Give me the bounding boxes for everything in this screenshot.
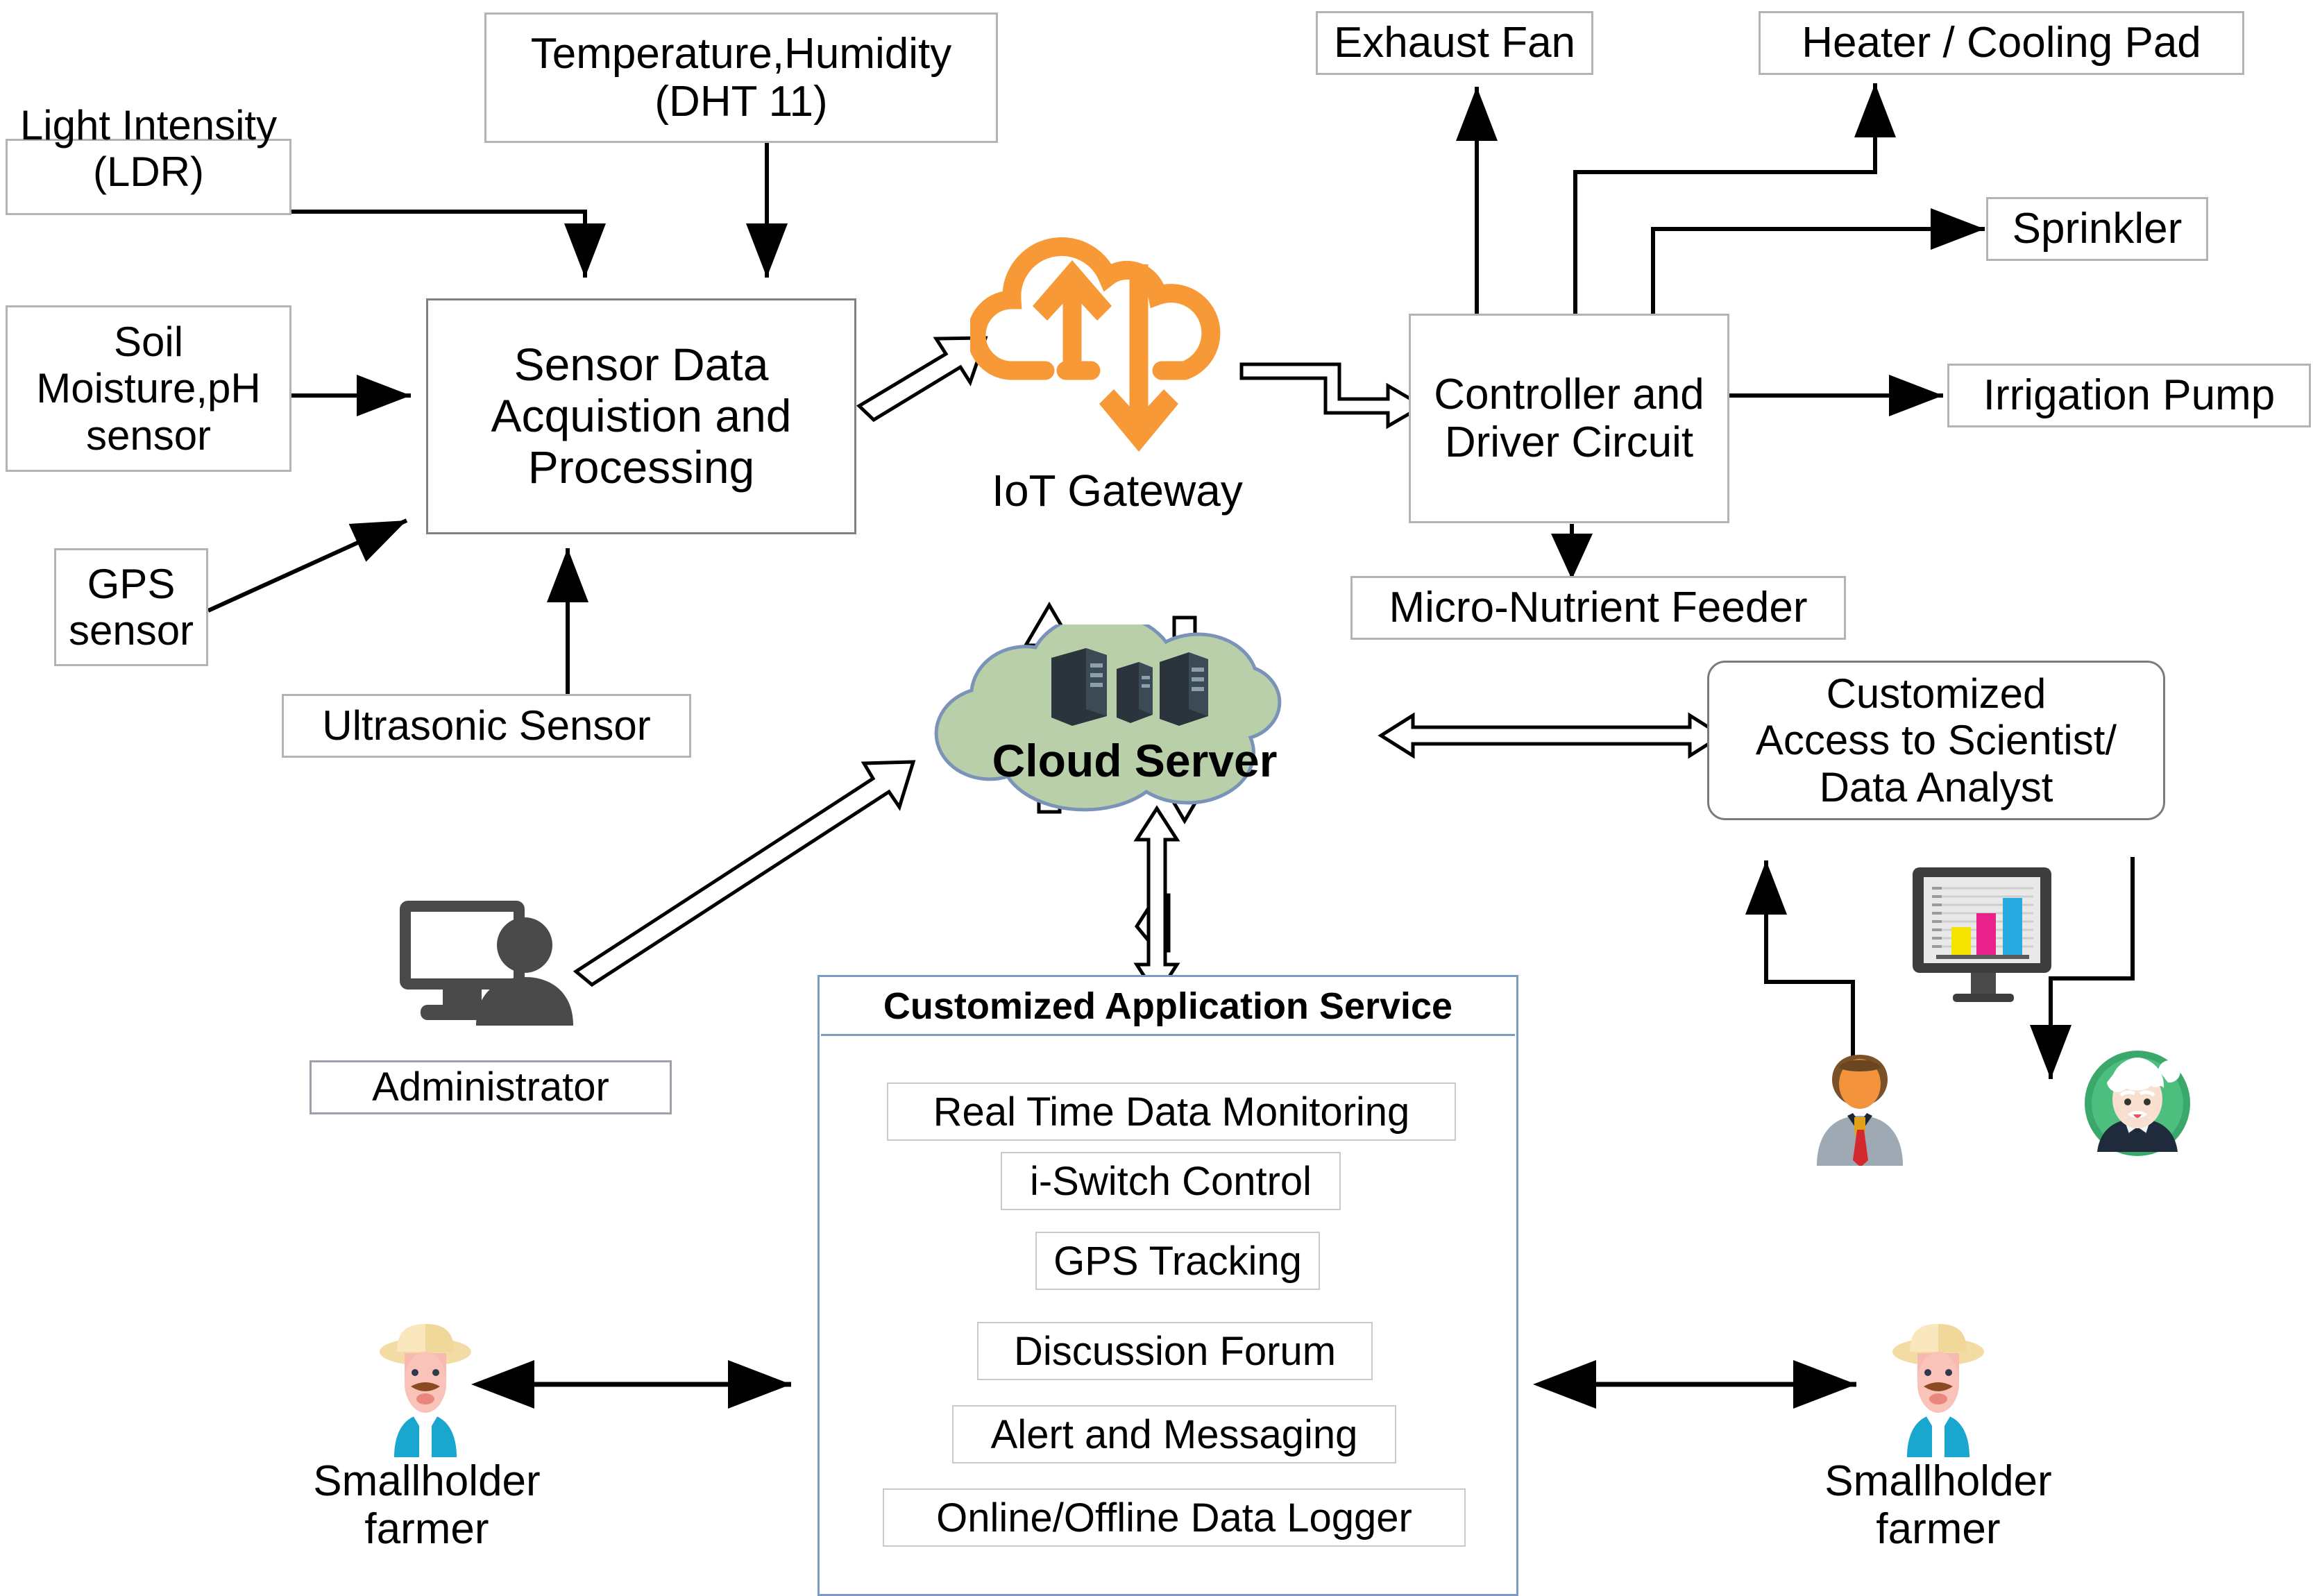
sensor-box-soil-moisture[interactable]: Soil Moisture,pH sensor	[6, 305, 291, 472]
farmer-avatar-icon	[1892, 1324, 1984, 1457]
sensor-box-temperature-humidity[interactable]: Temperature,Humidity (DHT 11)	[484, 12, 998, 143]
cloud-server-node[interactable]: Cloud Server	[867, 611, 1402, 819]
application-service-title: Customized Application Service	[821, 978, 1515, 1036]
farmer-right-label: Smallholder farmer	[1824, 1457, 2052, 1554]
actuator-box-heater-cooling-pad[interactable]: Heater / Cooling Pad	[1759, 11, 2244, 75]
farmer-left-icon	[373, 1318, 477, 1457]
controller-driver-circuit-box[interactable]: Controller and Driver Circuit	[1409, 314, 1729, 523]
business-person-avatar-icon	[1817, 1055, 1903, 1167]
server-rack-icon	[1051, 648, 1208, 726]
service-item-discussion-forum[interactable]: Discussion Forum	[977, 1322, 1373, 1380]
farmer-avatar-icon	[380, 1324, 471, 1457]
actuator-box-exhaust-fan[interactable]: Exhaust Fan	[1316, 11, 1593, 75]
scientist-avatar-icon	[2085, 1051, 2190, 1156]
service-item-gps-tracking[interactable]: GPS Tracking	[1035, 1232, 1320, 1290]
desktop-user-icon	[400, 901, 573, 1026]
cloud-server-label: Cloud Server	[992, 735, 1278, 786]
actuator-box-micro-nutrient-feeder[interactable]: Micro-Nutrient Feeder	[1350, 576, 1846, 640]
actuator-box-irrigation-pump[interactable]: Irrigation Pump	[1947, 364, 2311, 427]
service-item-i-switch-control[interactable]: i-Switch Control	[1001, 1152, 1341, 1210]
monitor-bar-chart-icon	[1913, 867, 2051, 1002]
iot-gateway-icon	[967, 198, 1262, 489]
farmer-right-icon	[1886, 1318, 1990, 1457]
customized-access-box[interactable]: Customized Access to Scientist/ Data Ana…	[1707, 661, 2165, 820]
service-item-real-time-data-monitoring[interactable]: Real Time Data Monitoring	[887, 1083, 1456, 1141]
service-item-online-offline-data-logger[interactable]: Online/Offline Data Logger	[883, 1488, 1466, 1547]
farmer-left-label: Smallholder farmer	[313, 1457, 541, 1554]
scientist-avatar	[2082, 1048, 2193, 1159]
dashboard-monitor-icon	[1893, 860, 2071, 1020]
sensor-box-ultrasonic[interactable]: Ultrasonic Sensor	[282, 694, 691, 758]
service-item-alert-and-messaging[interactable]: Alert and Messaging	[952, 1405, 1396, 1463]
sensor-data-processing-box[interactable]: Sensor Data Acquistion and Processing	[426, 298, 856, 534]
sensor-box-gps[interactable]: GPS sensor	[54, 548, 208, 666]
iot-gateway-label: IoT Gateway	[992, 466, 1243, 516]
actuator-box-sprinkler[interactable]: Sprinkler	[1986, 197, 2208, 261]
data-analyst-avatar	[1804, 1048, 1915, 1167]
diagram-canvas: Temperature,Humidity (DHT 11) Light Inte…	[0, 0, 2313, 1596]
administrator-label-box: Administrator	[310, 1060, 672, 1114]
sensor-box-light-intensity[interactable]: Light Intensity (LDR)	[6, 102, 291, 215]
cloud-upload-download-icon	[967, 237, 1221, 452]
administrator-icon	[393, 895, 594, 1027]
